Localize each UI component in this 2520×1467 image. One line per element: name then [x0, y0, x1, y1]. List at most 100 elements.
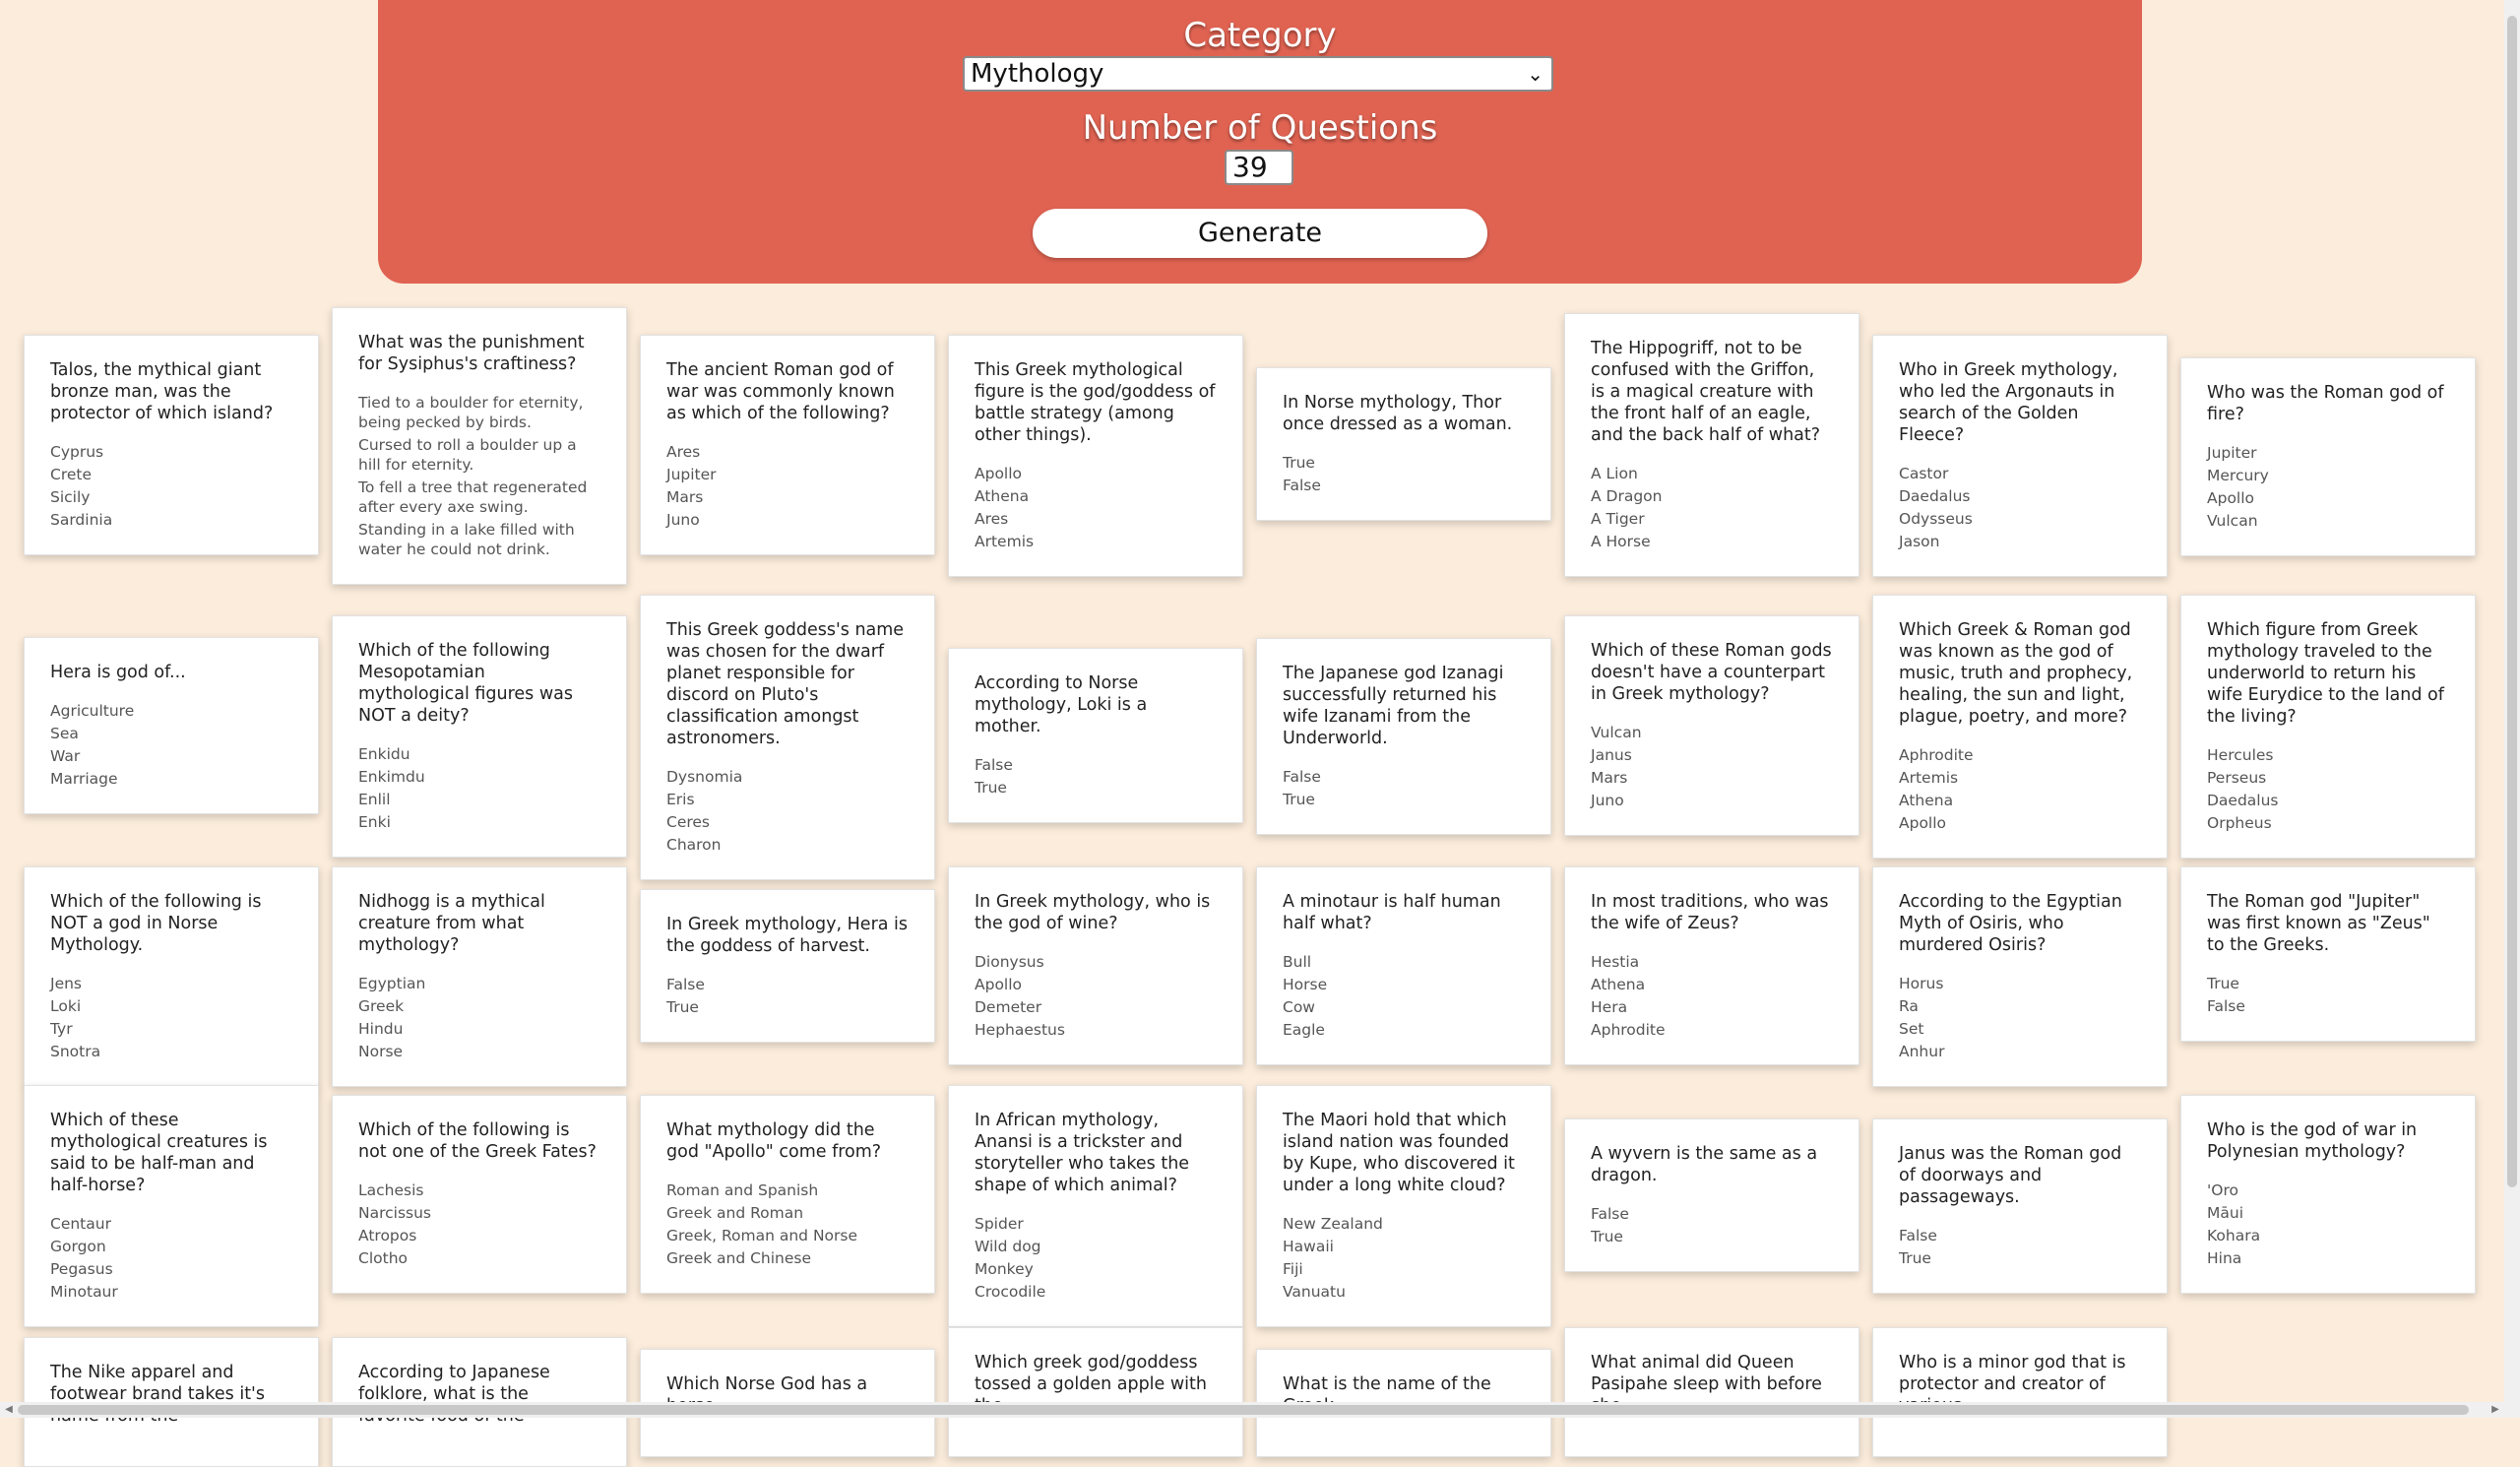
answer-option[interactable]: Apollo — [975, 975, 1217, 994]
answer-option[interactable]: Snotra — [50, 1042, 292, 1061]
answer-option[interactable]: Demeter — [975, 997, 1217, 1017]
answer-option[interactable]: Athena — [975, 486, 1217, 506]
answer-option[interactable]: Minotaur — [50, 1282, 292, 1302]
answer-option[interactable]: Set — [1899, 1019, 2141, 1039]
answer-option[interactable]: Pegasus — [50, 1259, 292, 1279]
answer-option[interactable]: Hina — [2207, 1248, 2449, 1268]
answer-option[interactable]: Juno — [1591, 791, 1833, 810]
answer-option[interactable]: Cyprus — [50, 442, 292, 462]
answer-option[interactable]: Jens — [50, 974, 292, 993]
answer-option[interactable]: Enki — [358, 812, 600, 832]
answer-option[interactable]: Lachesis — [358, 1180, 600, 1200]
answer-option[interactable]: Castor — [1899, 464, 2141, 483]
answer-option[interactable]: Athena — [1591, 975, 1833, 994]
horizontal-scrollbar[interactable]: ◀ ▶ — [0, 1402, 2504, 1418]
answer-option[interactable]: Artemis — [1899, 768, 2141, 788]
answer-option[interactable]: Enlil — [358, 790, 600, 809]
answer-option[interactable]: Apollo — [1899, 813, 2141, 833]
answer-option[interactable]: War — [50, 746, 292, 766]
category-select[interactable]: Mythology ⌄ — [963, 56, 1553, 92]
answer-option[interactable]: Kohara — [2207, 1226, 2449, 1245]
answer-option[interactable]: Cow — [1283, 997, 1525, 1017]
answer-option[interactable]: Apollo — [2207, 488, 2449, 508]
answer-option[interactable]: A Lion — [1591, 464, 1833, 483]
answer-option[interactable]: Ra — [1899, 996, 2141, 1016]
vertical-scrollbar[interactable] — [2504, 0, 2520, 1418]
answer-option[interactable]: New Zealand — [1283, 1214, 1525, 1234]
answer-option[interactable]: Ceres — [666, 812, 909, 832]
answer-option[interactable]: Greek — [358, 996, 600, 1016]
answer-option[interactable]: Gorgon — [50, 1237, 292, 1256]
answer-option[interactable]: Bull — [1283, 952, 1525, 972]
answer-option[interactable]: Aphrodite — [1591, 1020, 1833, 1040]
answer-option[interactable]: Marriage — [50, 769, 292, 789]
answer-option[interactable]: Sardinia — [50, 510, 292, 530]
answer-option[interactable]: False — [1283, 767, 1525, 787]
answer-option[interactable]: Ares — [666, 442, 909, 462]
answer-option[interactable]: Standing in a lake filled with water he … — [358, 520, 600, 559]
answer-option[interactable]: Jupiter — [666, 465, 909, 484]
answer-option[interactable]: Enkimdu — [358, 767, 600, 787]
answer-option[interactable]: Mercury — [2207, 466, 2449, 485]
scroll-right-icon[interactable]: ▶ — [2488, 1403, 2502, 1417]
answer-option[interactable]: Vanuatu — [1283, 1282, 1525, 1302]
answer-option[interactable]: Egyptian — [358, 974, 600, 993]
answer-option[interactable]: Sea — [50, 724, 292, 743]
answer-option[interactable]: False — [975, 755, 1217, 775]
answer-option[interactable]: Daedalus — [1899, 486, 2141, 506]
answer-option[interactable]: Greek and Roman — [666, 1203, 909, 1223]
answer-option[interactable]: Dysnomia — [666, 767, 909, 787]
answer-option[interactable]: Aphrodite — [1899, 745, 2141, 765]
answer-option[interactable]: False — [1283, 476, 1525, 495]
answer-option[interactable]: Enkidu — [358, 744, 600, 764]
answer-option[interactable]: A Horse — [1591, 532, 1833, 551]
answer-option[interactable]: Loki — [50, 996, 292, 1016]
answer-option[interactable]: Eris — [666, 790, 909, 809]
answer-option[interactable]: Eagle — [1283, 1020, 1525, 1040]
answer-option[interactable]: Wild dog — [975, 1237, 1217, 1256]
answer-option[interactable]: Roman and Spanish — [666, 1180, 909, 1200]
answer-option[interactable]: False — [666, 975, 909, 994]
answer-option[interactable]: Horus — [1899, 974, 2141, 993]
answer-option[interactable]: Crete — [50, 465, 292, 484]
answer-option[interactable]: Juno — [666, 510, 909, 530]
answer-option[interactable]: Jason — [1899, 532, 2141, 551]
answer-option[interactable]: Greek and Chinese — [666, 1248, 909, 1268]
answer-option[interactable]: Greek, Roman and Norse — [666, 1226, 909, 1245]
answer-option[interactable]: Māui — [2207, 1203, 2449, 1223]
answer-option[interactable]: Hera — [1591, 997, 1833, 1017]
answer-option[interactable]: Hercules — [2207, 745, 2449, 765]
answer-option[interactable]: Orpheus — [2207, 813, 2449, 833]
answer-option[interactable]: Apollo — [975, 464, 1217, 483]
answer-option[interactable]: Narcissus — [358, 1203, 600, 1223]
answer-option[interactable]: Vulcan — [1591, 723, 1833, 742]
answer-option[interactable]: Cursed to roll a boulder up a hill for e… — [358, 435, 600, 475]
answer-option[interactable]: Crocodile — [975, 1282, 1217, 1302]
answer-option[interactable]: Clotho — [358, 1248, 600, 1268]
answer-option[interactable]: Monkey — [975, 1259, 1217, 1279]
answer-option[interactable]: Tied to a boulder for eternity, being pe… — [358, 393, 600, 432]
answer-option[interactable]: A Dragon — [1591, 486, 1833, 506]
answer-option[interactable]: Dionysus — [975, 952, 1217, 972]
answer-option[interactable]: Vulcan — [2207, 511, 2449, 531]
answer-option[interactable]: Ares — [975, 509, 1217, 529]
answer-option[interactable]: True — [975, 778, 1217, 797]
answer-option[interactable]: Odysseus — [1899, 509, 2141, 529]
answer-option[interactable]: Fiji — [1283, 1259, 1525, 1279]
answer-option[interactable]: True — [1591, 1227, 1833, 1246]
answer-option[interactable]: Daedalus — [2207, 791, 2449, 810]
answer-option[interactable]: Perseus — [2207, 768, 2449, 788]
generate-button[interactable]: Generate — [1033, 209, 1487, 258]
answer-option[interactable]: Jupiter — [2207, 443, 2449, 463]
answer-option[interactable]: True — [666, 997, 909, 1017]
answer-option[interactable]: False — [1899, 1226, 2141, 1245]
answer-option[interactable]: Mars — [666, 487, 909, 507]
answer-option[interactable]: Agriculture — [50, 701, 292, 721]
answer-option[interactable]: False — [2207, 996, 2449, 1016]
answer-option[interactable]: Atropos — [358, 1226, 600, 1245]
answer-option[interactable]: True — [1283, 453, 1525, 473]
answer-option[interactable]: Hestia — [1591, 952, 1833, 972]
answer-option[interactable]: To fell a tree that regenerated after ev… — [358, 478, 600, 517]
answer-option[interactable]: Anhur — [1899, 1042, 2141, 1061]
answer-option[interactable]: Norse — [358, 1042, 600, 1061]
